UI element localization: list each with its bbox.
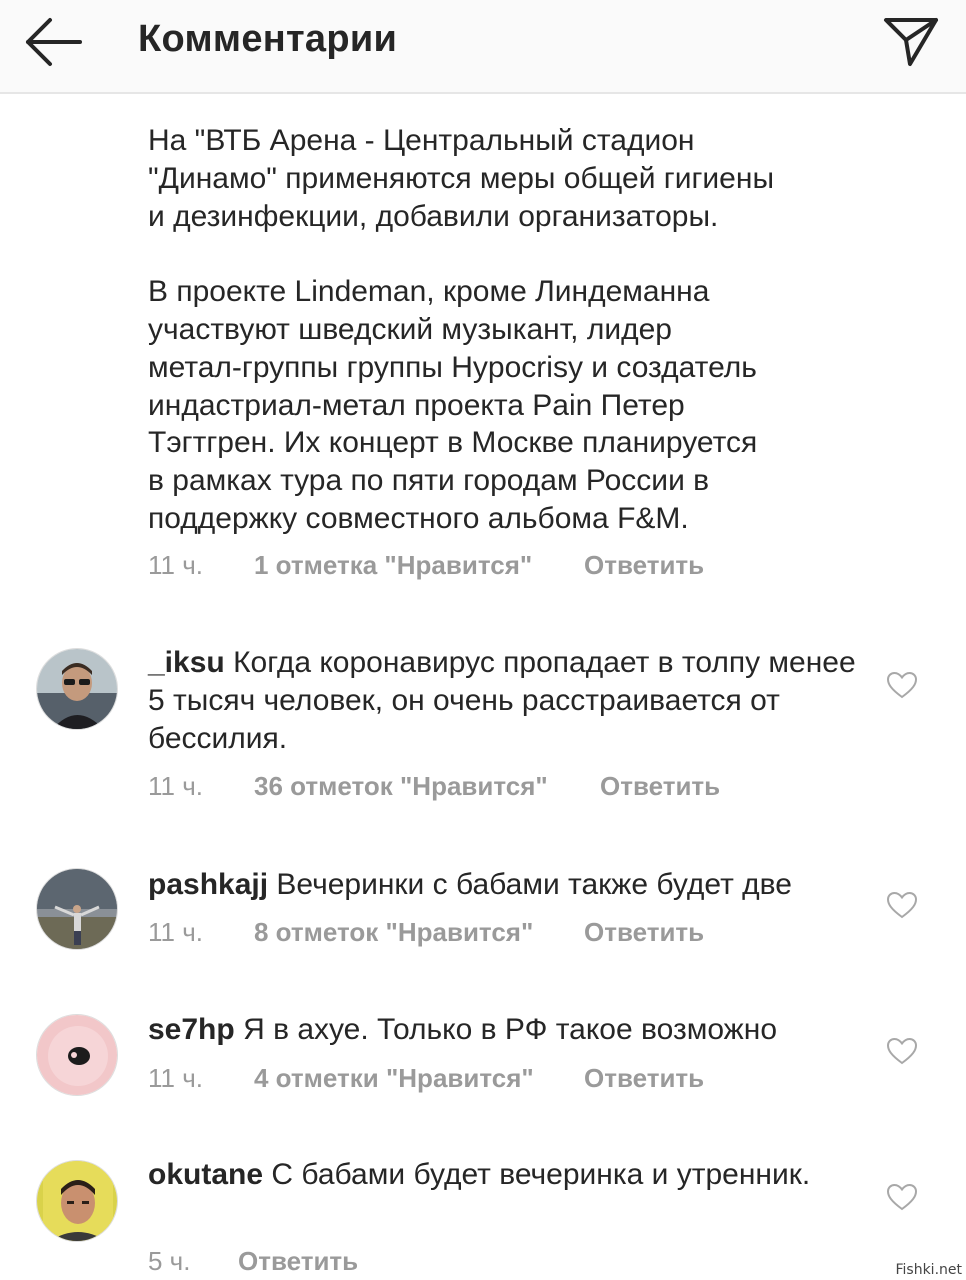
page-title: Комментарии (138, 18, 398, 60)
post-caption: На "ВТБ Арена - Центральный стадион "Дин… (148, 124, 775, 535)
heart-icon[interactable] (886, 670, 918, 700)
reply-button[interactable]: Ответить (600, 771, 720, 802)
heart-icon[interactable] (886, 1036, 918, 1066)
comment-time: 11 ч. (148, 1063, 203, 1093)
reply-button[interactable]: Ответить (584, 550, 704, 581)
comment-body: _iksu Когда коронавирус пропадает в толп… (148, 644, 868, 757)
comment-text: Вечеринки с бабами также будет две (276, 868, 792, 901)
avatar-photo (37, 1015, 117, 1095)
comment-time: 5 ч. (148, 1246, 191, 1276)
avatar[interactable] (36, 648, 118, 730)
comment-time: 11 ч. (148, 917, 203, 947)
comment-text: Я в ахуе. Только в РФ такое возможно (243, 1013, 777, 1046)
top-bar: Комментарии (0, 0, 966, 94)
avatar[interactable] (36, 868, 118, 950)
comment-body: okutane С бабами будет вечеринка и утрен… (148, 1156, 868, 1194)
likes-count[interactable]: 4 отметки "Нравится" (254, 1063, 534, 1094)
comment-time: 11 ч. (148, 771, 203, 801)
back-button[interactable] (22, 12, 86, 72)
heart-icon[interactable] (886, 890, 918, 920)
likes-count[interactable]: 8 отметок "Нравится" (254, 917, 533, 948)
reply-button[interactable]: Ответить (584, 917, 704, 948)
heart-icon[interactable] (886, 1182, 918, 1212)
arrow-left-icon (26, 18, 82, 66)
watermark: Fishki.net (895, 1262, 962, 1278)
avatar-photo (37, 869, 117, 949)
share-button[interactable] (880, 12, 942, 70)
avatar[interactable] (36, 1160, 118, 1242)
likes-count[interactable]: 1 отметка "Нравится" (254, 550, 532, 581)
likes-count[interactable]: 36 отметок "Нравится" (254, 771, 548, 802)
comment-text: С бабами будет вечеринка и утренник. (271, 1158, 811, 1191)
avatar-photo (37, 649, 117, 729)
comment-body: pashkajj Вечеринки с бабами также будет … (148, 866, 868, 904)
reply-button[interactable]: Ответить (238, 1246, 358, 1277)
comment-username[interactable]: _iksu (148, 646, 225, 679)
avatar[interactable] (36, 1014, 118, 1096)
avatar-photo (37, 1161, 117, 1241)
comment-time: 11 ч. (148, 550, 203, 580)
reply-button[interactable]: Ответить (584, 1063, 704, 1094)
comment-username[interactable]: okutane (148, 1158, 263, 1191)
comment-body: se7hp Я в ахуе. Только в РФ такое возмож… (148, 1011, 868, 1049)
paper-plane-icon (884, 18, 938, 66)
comment-text: Когда коронавирус пропадает в толпу мене… (148, 646, 856, 755)
comment-username[interactable]: pashkajj (148, 868, 268, 901)
comment-username[interactable]: se7hp (148, 1013, 235, 1046)
